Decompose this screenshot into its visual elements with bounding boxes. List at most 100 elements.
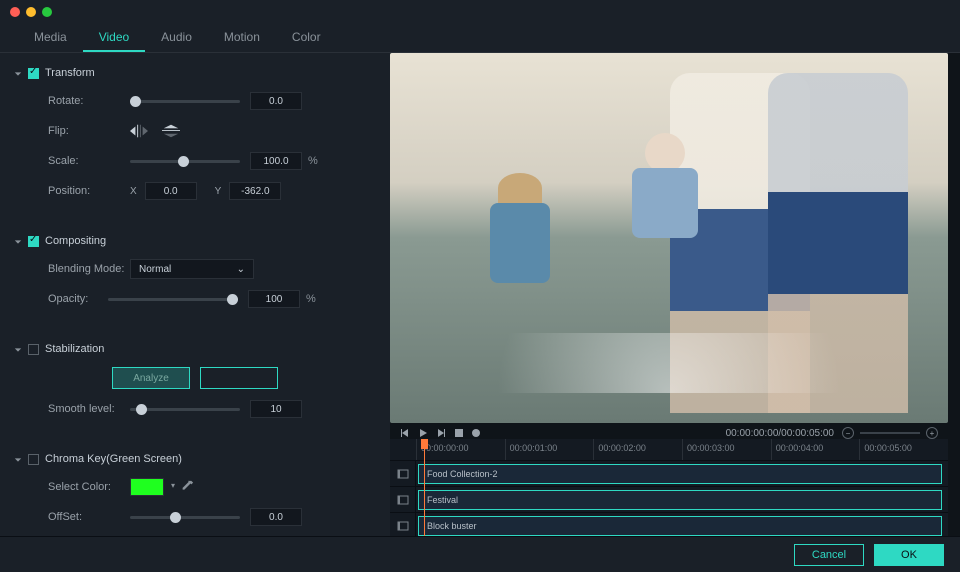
time-ruler[interactable]: 00:00:00:00 00:00:01:00 00:00:02:00 00:0… — [390, 439, 948, 461]
row-flip: Flip: — [48, 121, 376, 141]
input-pos-y[interactable]: -362.0 — [229, 182, 281, 200]
section-title: Compositing — [45, 235, 106, 247]
checkbox-compositing[interactable] — [28, 236, 39, 247]
ok-button[interactable]: OK — [874, 544, 944, 566]
track: Block buster — [390, 513, 948, 536]
preview-figure — [390, 333, 948, 393]
cancel-button[interactable]: Cancel — [794, 544, 864, 566]
slider-smooth[interactable] — [130, 408, 240, 411]
input-smooth[interactable]: 10 — [250, 400, 302, 418]
prev-frame-icon[interactable] — [400, 428, 410, 438]
slider-rotate[interactable] — [130, 100, 240, 103]
main: Transform Rotate: 0.0 Flip: — [0, 53, 960, 536]
section-stabilization: Stabilization Analyze Smooth level: 10 — [14, 339, 376, 433]
label: OffSet: — [48, 511, 130, 523]
ruler-tick: 00:00:01:00 — [505, 439, 594, 460]
slider-offset[interactable] — [130, 516, 240, 519]
ruler-tick: 00:00:05:00 — [859, 439, 948, 460]
next-frame-icon[interactable] — [436, 428, 446, 438]
flip-horizontal-icon[interactable] — [130, 124, 148, 138]
row-position: Position: X 0.0 Y -362.0 — [48, 181, 376, 201]
analyze-secondary-button[interactable] — [200, 367, 278, 389]
tab-video[interactable]: Video — [83, 24, 145, 52]
zoom-slider[interactable] — [860, 432, 920, 434]
zoom-out-icon[interactable]: − — [842, 427, 854, 439]
section-body: Select Color: OffSet: 0.0 Tolerance: 50.… — [14, 469, 376, 536]
clip[interactable]: Block buster — [418, 516, 942, 536]
section-header-transform[interactable]: Transform — [14, 63, 376, 83]
transport-bar: 00:00:00:00/00:00:05:00 − + — [390, 427, 948, 439]
close-icon[interactable] — [10, 7, 20, 17]
checkbox-chroma[interactable] — [28, 454, 39, 465]
tab-audio[interactable]: Audio — [145, 24, 208, 52]
label: Position: — [48, 185, 130, 197]
section-header-chroma[interactable]: Chroma Key(Green Screen) — [14, 449, 376, 469]
track-icon[interactable] — [390, 513, 416, 536]
chevron-down-icon — [14, 345, 22, 353]
row-smooth: Smooth level: 10 — [48, 399, 376, 419]
unit: % — [306, 293, 316, 305]
label: Smooth level: — [48, 403, 130, 415]
label: Scale: — [48, 155, 130, 167]
tab-media[interactable]: Media — [18, 24, 83, 52]
dropdown-blending[interactable]: Normal ⌄ — [130, 259, 254, 279]
tab-color[interactable]: Color — [276, 24, 337, 52]
row-opacity: Opacity: 100 % — [48, 289, 376, 309]
section-title: Transform — [45, 67, 95, 79]
preview-panel: 00:00:00:00/00:00:05:00 − + 00:00:00:00 … — [390, 53, 960, 536]
label: Blending Mode: — [48, 263, 130, 275]
track-icon[interactable] — [390, 461, 416, 486]
preview-figure — [480, 173, 560, 353]
section-title: Stabilization — [45, 343, 104, 355]
section-header-stabilization[interactable]: Stabilization — [14, 339, 376, 359]
section-body: Analyze Smooth level: 10 — [14, 359, 376, 433]
track-icon[interactable] — [390, 487, 416, 512]
input-offset[interactable]: 0.0 — [250, 508, 302, 526]
clip[interactable]: Festival — [418, 490, 942, 510]
section-compositing: Compositing Blending Mode: Normal ⌄ Opac… — [14, 231, 376, 323]
slider-scale[interactable] — [130, 160, 240, 163]
section-title: Chroma Key(Green Screen) — [45, 453, 182, 465]
section-header-compositing[interactable]: Compositing — [14, 231, 376, 251]
clip[interactable]: Food Collection-2 — [418, 464, 942, 484]
maximize-icon[interactable] — [42, 7, 52, 17]
dropdown-value: Normal — [139, 264, 171, 275]
ruler-tick: 00:00:02:00 — [593, 439, 682, 460]
properties-panel: Transform Rotate: 0.0 Flip: — [0, 53, 390, 536]
checkbox-stabilization[interactable] — [28, 344, 39, 355]
zoom-control: − + — [842, 427, 938, 439]
label: Select Color: — [48, 481, 130, 493]
row-select-color: Select Color: — [48, 477, 376, 497]
input-opacity[interactable]: 100 — [248, 290, 300, 308]
row-scale: Scale: 100.0 % — [48, 151, 376, 171]
chevron-down-icon — [14, 69, 22, 77]
section-transform: Transform Rotate: 0.0 Flip: — [14, 63, 376, 215]
chevron-down-icon — [14, 237, 22, 245]
label: Rotate: — [48, 95, 130, 107]
row-rotate: Rotate: 0.0 — [48, 91, 376, 111]
zoom-in-icon[interactable]: + — [926, 427, 938, 439]
ruler-tick: 00:00:00:00 — [416, 439, 505, 460]
play-icon[interactable] — [418, 428, 428, 438]
color-swatch[interactable] — [130, 478, 164, 496]
record-icon[interactable] — [472, 429, 480, 437]
ruler-tick: 00:00:04:00 — [771, 439, 860, 460]
unit: % — [308, 155, 318, 167]
stop-icon[interactable] — [454, 428, 464, 438]
input-pos-x[interactable]: 0.0 — [145, 182, 197, 200]
video-preview[interactable] — [390, 53, 948, 423]
input-scale[interactable]: 100.0 — [250, 152, 302, 170]
slider-opacity[interactable] — [108, 298, 238, 301]
analyze-button[interactable]: Analyze — [112, 367, 190, 389]
chevron-down-icon: ⌄ — [237, 264, 245, 275]
eyedropper-icon[interactable] — [180, 480, 194, 494]
row-blending: Blending Mode: Normal ⌄ — [48, 259, 376, 279]
flip-vertical-icon[interactable] — [162, 124, 180, 138]
tab-motion[interactable]: Motion — [208, 24, 276, 52]
playhead[interactable] — [424, 439, 425, 536]
ruler-tick: 00:00:03:00 — [682, 439, 771, 460]
minimize-icon[interactable] — [26, 7, 36, 17]
input-rotate[interactable]: 0.0 — [250, 92, 302, 110]
checkbox-transform[interactable] — [28, 68, 39, 79]
y-label: Y — [215, 186, 222, 197]
